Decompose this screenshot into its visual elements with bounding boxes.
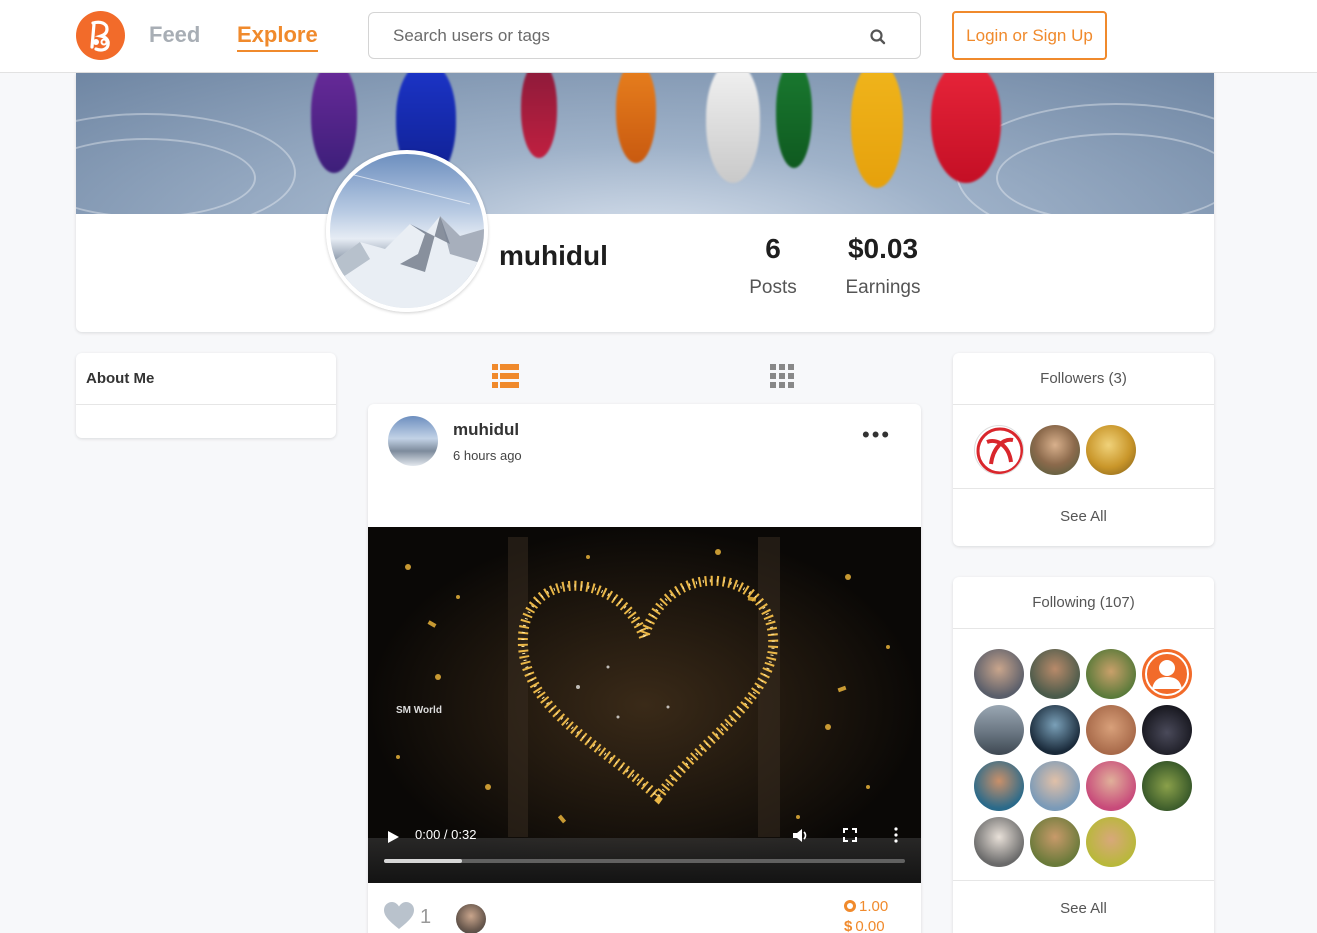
brand-logo-icon[interactable] [76,11,125,60]
video-buffer-fill [384,859,463,863]
coin-icon [844,900,856,912]
default-user-avatar[interactable] [1142,649,1192,699]
grid-view-icon[interactable] [770,364,794,388]
profile-username: muhidul [499,240,608,271]
post-author-name[interactable]: muhidul [453,420,519,440]
post-timestamp: 6 hours ago [453,448,522,463]
nav-explore[interactable]: Explore [237,22,318,52]
following-avatar[interactable] [1030,649,1080,699]
coin-reward-value: 1.00 [859,898,889,915]
video-time: 0:00 / 0:32 [415,827,477,842]
follower-avatar[interactable] [1086,425,1136,475]
top-navbar: Feed Explore Login or Sign Up [0,0,1317,73]
following-title[interactable]: Following (107) [953,577,1214,629]
following-avatar[interactable] [974,705,1024,755]
coin-reward: 1.00 [844,898,888,915]
following-avatar[interactable] [1086,649,1136,699]
volume-icon[interactable] [792,827,809,844]
dollar-reward-value: 0.00 [855,918,885,933]
video-watermark: SM World [396,705,442,716]
dollar-reward: $0.00 [844,918,885,933]
heart-icon[interactable] [384,902,414,930]
following-avatar[interactable] [974,817,1024,867]
following-see-all[interactable]: See All [953,880,1214,933]
following-avatar[interactable] [1030,761,1080,811]
following-avatar[interactable] [1030,705,1080,755]
about-me-title: About Me [76,353,336,405]
liker-avatar[interactable] [456,904,486,933]
login-signup-button[interactable]: Login or Sign Up [952,11,1107,60]
earnings-amount: $0.03 [847,233,919,264]
search-input[interactable] [393,25,853,47]
earnings-label: Earnings [845,277,921,298]
search-icon[interactable] [869,28,887,46]
following-avatar[interactable] [1086,761,1136,811]
about-me-card: About Me [76,353,336,438]
profile-header-card: 6 Posts $0.03 Earnings [76,73,1214,332]
follower-avatar[interactable] [974,425,1024,475]
search-box [368,12,921,59]
following-avatar[interactable] [1142,705,1192,755]
posts-count: 6 [765,233,781,264]
post-more-menu-icon[interactable]: ••• [862,422,891,448]
fullscreen-icon[interactable] [843,828,857,842]
following-card: Following (107) See All [953,577,1214,933]
list-view-icon[interactable] [492,364,519,388]
followers-title[interactable]: Followers (3) [953,353,1214,405]
cover-image [76,73,1214,214]
profile-avatar[interactable] [326,150,488,312]
nav-feed[interactable]: Feed [149,22,200,48]
follower-avatar[interactable] [1030,425,1080,475]
posts-label: Posts [749,277,797,298]
post-author-avatar[interactable] [388,416,438,466]
following-avatar[interactable] [974,649,1024,699]
video-options-icon[interactable] [893,827,899,843]
following-avatar[interactable] [1142,761,1192,811]
post-card: muhidul 6 hours ago ••• SM World 0:00 / … [368,404,921,933]
following-avatar[interactable] [974,761,1024,811]
following-avatar[interactable] [1030,817,1080,867]
dollar-icon: $ [844,918,853,933]
followers-card: Followers (3) See All [953,353,1214,546]
video-progress-bar[interactable] [384,859,905,863]
followers-see-all[interactable]: See All [953,488,1214,544]
like-count: 1 [420,906,432,928]
following-avatar[interactable] [1086,817,1136,867]
play-icon[interactable] [386,830,400,844]
post-video[interactable]: SM World 0:00 / 0:32 [368,527,921,883]
following-avatar[interactable] [1086,705,1136,755]
